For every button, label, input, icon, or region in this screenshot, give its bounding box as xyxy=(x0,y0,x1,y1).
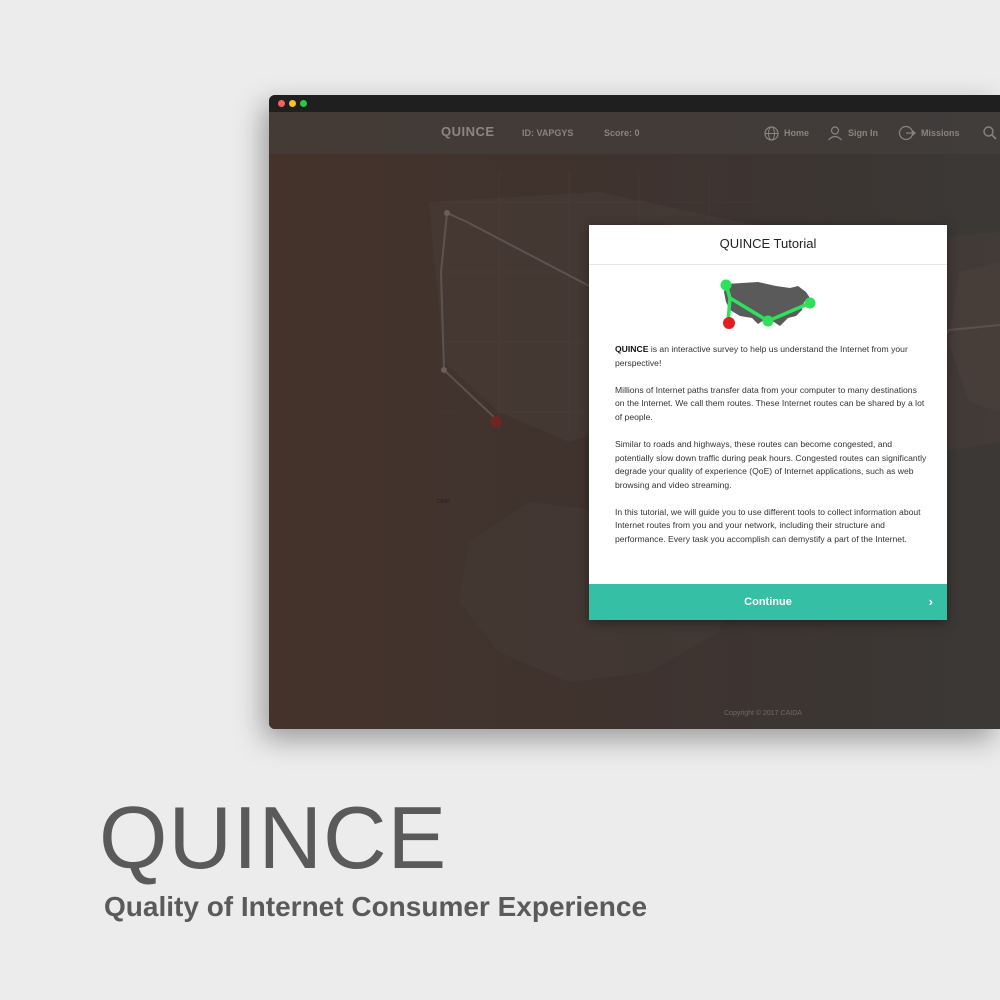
continue-label: Continue xyxy=(744,596,792,608)
nav-missions-label: Missions xyxy=(921,128,960,138)
score-label: Score: 0 xyxy=(604,128,640,138)
map-marker-label: DENT xyxy=(437,499,451,505)
search-icon xyxy=(983,126,997,140)
nav-search[interactable] xyxy=(983,124,997,142)
copyright-text: Copyright © 2017 CAIDA xyxy=(724,710,802,717)
user-icon xyxy=(828,126,842,141)
chevron-right-icon: › xyxy=(928,594,933,609)
close-window-button[interactable] xyxy=(278,100,285,107)
modal-body: QUINCE is an interactive survey to help … xyxy=(615,343,927,560)
globe-icon xyxy=(764,125,779,141)
brand-logo[interactable]: QUINCE xyxy=(441,124,495,139)
nav-sign-in[interactable]: Sign In xyxy=(827,124,878,142)
user-id-label: ID: VAPGYS xyxy=(522,128,574,138)
us-map-route-icon xyxy=(720,279,816,329)
paragraph-routes: Millions of Internet paths transfer data… xyxy=(615,384,925,422)
tutorial-modal: QUINCE Tutorial QUINCE is an interactive… xyxy=(589,225,947,620)
nav-home[interactable]: Home xyxy=(764,124,809,142)
nav-home-label: Home xyxy=(784,128,810,138)
modal-title: QUINCE Tutorial xyxy=(589,225,947,265)
maximize-window-button[interactable] xyxy=(300,100,307,107)
window-titlebar xyxy=(269,95,1000,112)
paragraph-tutorial: In this tutorial, we will guide you to u… xyxy=(615,506,921,545)
minimize-window-button[interactable] xyxy=(289,100,296,107)
poster-title: QUINCE xyxy=(99,788,448,887)
nav-sign-in-label: Sign In xyxy=(848,128,878,138)
poster-subtitle: Quality of Internet Consumer Experience xyxy=(104,891,648,922)
nav-missions[interactable]: Missions xyxy=(898,124,960,142)
app-header: QUINCE ID: VAPGYS Score: 0 Home Sign In xyxy=(269,112,1000,154)
intro-paragraph: QUINCE is an interactive survey to help … xyxy=(615,343,927,370)
paragraph-congestion: Similar to roads and highways, these rou… xyxy=(615,438,927,490)
missions-icon xyxy=(898,125,916,141)
intro-text: is an interactive survey to help us unde… xyxy=(615,344,908,368)
continue-button[interactable]: Continue › xyxy=(589,584,947,620)
intro-brand: QUINCE xyxy=(615,344,649,354)
